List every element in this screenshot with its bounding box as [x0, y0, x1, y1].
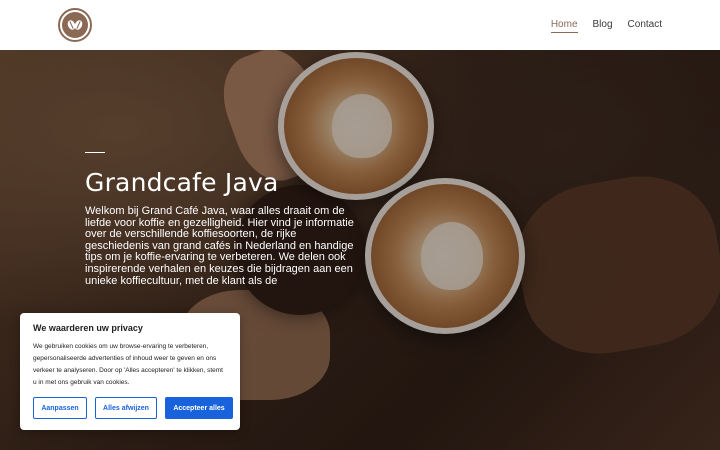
- cookie-title: We waarderen uw privacy: [33, 323, 143, 333]
- main-nav: Home Blog Contact: [550, 18, 662, 33]
- nav-contact[interactable]: Contact: [628, 18, 662, 33]
- site-header: Home Blog Contact: [0, 0, 720, 50]
- coffee-beans-icon[interactable]: [58, 8, 92, 42]
- cookie-buttons: Aanpassen Alles afwijzen Accepteer alles: [33, 397, 233, 419]
- customize-button[interactable]: Aanpassen: [33, 397, 87, 419]
- cookie-consent-banner: We waarderen uw privacy We gebruiken coo…: [20, 313, 240, 430]
- nav-blog[interactable]: Blog: [593, 18, 613, 33]
- cookie-text: We gebruiken cookies om uw browse-ervari…: [33, 343, 223, 386]
- nav-home[interactable]: Home: [550, 18, 578, 33]
- accept-all-button[interactable]: Accepteer alles: [165, 397, 233, 419]
- hero-title: Grandcafe Java: [85, 168, 279, 197]
- hero-text: Welkom bij Grand Café Java, waar alles d…: [85, 206, 354, 287]
- hero-accent-line: [85, 152, 105, 153]
- reject-all-button[interactable]: Alles afwijzen: [95, 397, 157, 419]
